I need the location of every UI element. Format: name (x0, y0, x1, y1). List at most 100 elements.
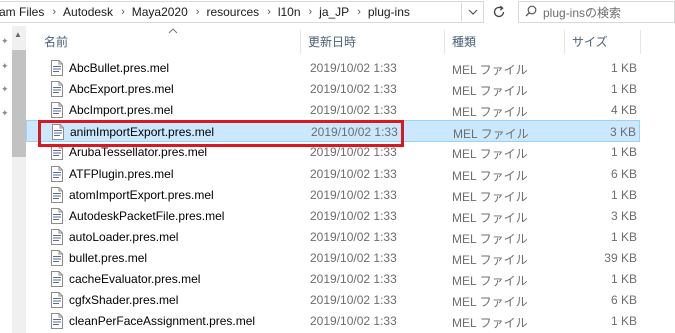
file-type: MEL ファイル (452, 211, 528, 225)
file-modified-date: 2019/10/02 1:33 (310, 82, 397, 96)
file-size: 1 KB (610, 188, 637, 202)
file-name: ATFPlugin.pres.mel (69, 167, 174, 181)
file-type: MEL ファイル (452, 316, 528, 330)
file-type: MEL ファイル (452, 105, 528, 119)
file-size: 3 KB (610, 209, 637, 223)
mel-file-icon (51, 229, 63, 245)
column-divider[interactable] (564, 30, 565, 54)
file-type: MEL ファイル (452, 147, 528, 161)
breadcrumb-item[interactable]: am Files (0, 5, 51, 19)
file-name: AbcBullet.pres.mel (69, 61, 170, 75)
pin-icon[interactable]: ✦ (1, 61, 9, 71)
file-modified-date: 2019/10/02 1:33 (310, 293, 397, 307)
file-modified-date: 2019/10/02 1:33 (310, 103, 397, 117)
file-name: cleanPerFaceAssignment.pres.mel (69, 314, 256, 328)
file-name: bullet.pres.mel (69, 251, 148, 265)
file-modified-date: 2019/10/02 1:33 (310, 230, 397, 244)
mel-file-icon (51, 144, 63, 160)
file-size: 1 KB (610, 272, 637, 286)
breadcrumb-item[interactable]: Maya2020 (126, 5, 195, 19)
scroll-up-icon[interactable]: ▲ (14, 30, 22, 39)
pin-icon[interactable]: ✦ (1, 108, 9, 118)
file-row[interactable]: cleanPerFaceAssignment.pres.mel 2019/10/0… (26, 310, 640, 332)
file-modified-date: 2019/10/02 1:33 (310, 167, 397, 181)
mel-file-icon (51, 271, 63, 287)
file-size: 1 KB (610, 61, 637, 75)
file-type: MEL ファイル (452, 63, 528, 77)
breadcrumb-item[interactable]: Autodesk (57, 5, 120, 19)
mel-file-icon (51, 208, 63, 224)
file-name: AutodeskPacketFile.pres.mel (69, 209, 225, 223)
column-header-type[interactable]: 種類 (446, 26, 566, 56)
address-dropdown-button[interactable] (462, 1, 484, 23)
file-row[interactable]: ArubaTessellator.pres.mel 2019/10/02 1:33… (26, 141, 640, 163)
file-row[interactable]: ATFPlugin.pres.mel 2019/10/02 1:33 MEL ファイ… (26, 163, 640, 185)
file-type: MEL ファイル (452, 232, 528, 246)
chevron-down-icon (468, 9, 477, 15)
file-modified-date: 2019/10/02 1:33 (310, 314, 397, 328)
pin-icon[interactable]: ✦ (1, 84, 9, 94)
file-name: ArubaTessellator.pres.mel (69, 145, 208, 159)
file-type: MEL ファイル (452, 295, 528, 309)
column-divider[interactable] (444, 30, 445, 54)
file-modified-date: 2019/10/02 1:33 (310, 251, 397, 265)
file-row[interactable]: cgfxShader.pres.mel 2019/10/02 1:33 MEL ファ… (26, 289, 640, 311)
file-name: AbcExport.pres.mel (69, 82, 174, 96)
column-divider[interactable] (300, 30, 301, 54)
refresh-icon (493, 5, 505, 18)
file-modified-date: 2019/10/02 1:33 (310, 272, 397, 286)
column-divider[interactable] (640, 30, 641, 54)
file-row[interactable]: autoLoader.pres.mel 2019/10/02 1:33 MEL ファ… (26, 226, 640, 248)
column-header-row: 名前 更新日時 種類 サイズ (26, 26, 675, 56)
file-name: cgfxShader.pres.mel (69, 293, 179, 307)
pin-icon[interactable]: ✦ (1, 36, 9, 46)
file-row[interactable]: atomImportExport.pres.mel 2019/10/02 1:33… (26, 184, 640, 206)
file-row[interactable]: bullet.pres.mel 2019/10/02 1:33 MEL ファイル 39… (26, 247, 640, 269)
file-row[interactable]: AbcImport.pres.mel 2019/10/02 1:33 MEL ファイ… (26, 99, 640, 121)
breadcrumb-item[interactable]: plug-ins (362, 5, 417, 19)
file-row[interactable]: AutodeskPacketFile.pres.mel 2019/10/02 1:… (26, 205, 640, 227)
file-size: 6 KB (610, 167, 637, 181)
mel-file-icon (51, 187, 63, 203)
file-type: MEL ファイル (452, 190, 528, 204)
file-modified-date: 2019/10/02 1:33 (310, 209, 397, 223)
file-row[interactable]: cacheEvaluator.pres.mel 2019/10/02 1:33 ME… (26, 268, 640, 290)
column-header-modified[interactable]: 更新日時 (302, 26, 444, 56)
file-modified-date: 2019/10/02 1:33 (310, 61, 397, 75)
file-modified-date: 2019/10/02 1:33 (311, 125, 398, 139)
mel-file-icon (51, 292, 63, 308)
mel-file-icon (51, 250, 63, 266)
file-name: animImportExport.pres.mel (70, 125, 215, 139)
nav-scrollbar-thumb[interactable] (12, 50, 26, 157)
file-name: atomImportExport.pres.mel (69, 188, 214, 202)
file-size: 39 KB (604, 251, 637, 265)
file-row[interactable]: AbcExport.pres.mel 2019/10/02 1:33 MEL ファイ… (26, 78, 640, 100)
file-name: autoLoader.pres.mel (69, 230, 179, 244)
file-size: 1 KB (610, 314, 637, 328)
file-name: cacheEvaluator.pres.mel (69, 272, 201, 286)
search-icon (525, 5, 537, 17)
column-header-name[interactable]: 名前 (38, 26, 300, 56)
mel-file-icon (51, 81, 63, 97)
file-type: MEL ファイル (453, 127, 529, 141)
file-row[interactable]: AbcBullet.pres.mel 2019/10/02 1:33 MEL ファイ… (26, 57, 640, 79)
file-size: 6 KB (610, 293, 637, 307)
address-bar: am Files › Autodesk › Maya2020 › resourc… (0, 0, 675, 26)
file-row[interactable]: animImportExport.pres.mel 2019/10/02 1:33… (26, 120, 640, 142)
file-size: 1 KB (610, 145, 637, 159)
mel-file-icon (52, 124, 64, 140)
file-type: MEL ファイル (452, 253, 528, 267)
mel-file-icon (51, 313, 63, 329)
breadcrumb-item[interactable]: resources (200, 5, 266, 19)
file-modified-date: 2019/10/02 1:33 (310, 145, 397, 159)
column-header-size[interactable]: サイズ (566, 26, 640, 56)
mel-file-icon (51, 166, 63, 182)
file-size: 1 KB (610, 82, 637, 96)
breadcrumb-item[interactable]: l10n (272, 5, 308, 19)
file-type: MEL ファイル (452, 84, 528, 98)
breadcrumb-item[interactable]: ja_JP (313, 5, 356, 19)
breadcrumb[interactable]: am Files › Autodesk › Maya2020 › resourc… (0, 1, 462, 23)
navigation-pane-edge: ✦ ✦ ✦ ✦ (0, 26, 12, 333)
search-input[interactable]: plug-insの検索 (518, 1, 675, 23)
refresh-button[interactable] (484, 1, 514, 23)
